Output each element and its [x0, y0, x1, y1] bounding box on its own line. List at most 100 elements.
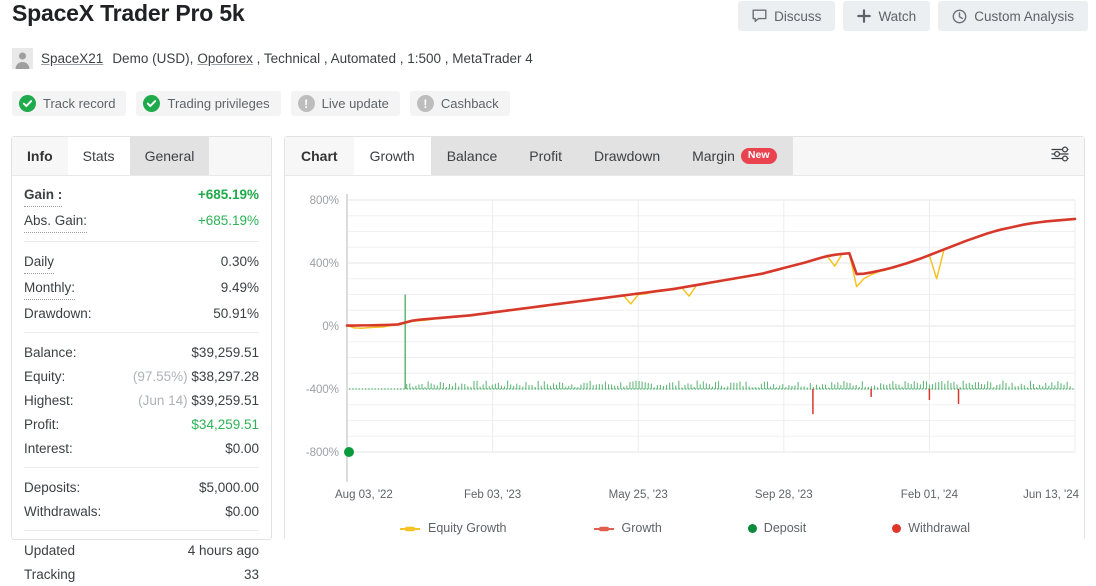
badge-track-record[interactable]: Track record — [12, 91, 126, 116]
stat-label: Profit: — [24, 414, 59, 435]
stat-value: (Jun 14) $39,259.51 — [138, 390, 259, 411]
watch-button[interactable]: Watch — [843, 1, 930, 31]
divider — [24, 467, 259, 468]
discuss-button[interactable]: Discuss — [738, 1, 835, 31]
stat-value: 33 — [244, 564, 259, 585]
badge-live-update[interactable]: ! Live update — [291, 91, 400, 116]
page-title: SpaceX Trader Pro 5k — [12, 0, 245, 27]
tab-balance[interactable]: Balance — [431, 137, 514, 175]
divider — [24, 530, 259, 531]
stat-label[interactable]: Gain : — [24, 184, 62, 207]
exclamation-circle-icon: ! — [417, 95, 434, 112]
stat-label: Updated — [24, 540, 75, 561]
legend-growth[interactable]: Growth — [593, 521, 662, 535]
user-avatar-icon — [12, 48, 33, 69]
chart-tabs: Chart Growth Balance Profit Drawdown Mar… — [285, 137, 1084, 176]
tab-margin-label: Margin — [692, 148, 735, 164]
chart-card: Chart Growth Balance Profit Drawdown Mar… — [284, 136, 1085, 540]
stat-row-highest: Highest: (Jun 14) $39,259.51 — [24, 388, 259, 412]
legend-deposit[interactable]: Deposit — [748, 521, 806, 535]
badge-label: Cashback — [441, 96, 499, 111]
profile-page: SpaceX Trader Pro 5k Discuss Watch — [0, 0, 1096, 546]
stat-row-deposits: Deposits: $5,000.00 — [24, 475, 259, 499]
legend-withdrawal[interactable]: Withdrawal — [892, 521, 970, 535]
stat-label: Deposits: — [24, 477, 80, 498]
badge-trading-privileges[interactable]: Trading privileges — [136, 91, 280, 116]
stat-value-prefix: (97.55%) — [133, 369, 188, 384]
svg-text:Feb 03, '23: Feb 03, '23 — [464, 489, 521, 501]
stat-value: +685.19% — [198, 210, 259, 231]
stat-row-drawdown: Drawdown: 50.91% — [24, 301, 259, 325]
legend-equity-growth[interactable]: Equity Growth — [399, 521, 507, 535]
svg-text:400%: 400% — [310, 258, 339, 270]
stat-value: +685.19% — [198, 184, 259, 205]
divider — [24, 241, 259, 242]
tab-margin[interactable]: Margin New — [676, 137, 792, 175]
stat-label: Tracking — [24, 564, 75, 585]
stat-value: $0.00 — [225, 501, 259, 522]
check-circle-icon — [143, 95, 160, 112]
stats-card: Info Stats General Gain : +685.19% Abs. … — [11, 136, 272, 540]
stat-value-main: $38,297.28 — [191, 369, 259, 384]
tab-growth[interactable]: Growth — [354, 137, 431, 175]
tab-chart[interactable]: Chart — [285, 137, 354, 175]
stat-value: 0.30% — [221, 251, 259, 272]
badge-label: Track record — [43, 96, 115, 111]
tab-info[interactable]: Info — [12, 137, 68, 175]
legend-label: Withdrawal — [908, 521, 970, 535]
broker-link[interactable]: Opoforex — [197, 51, 253, 66]
stat-row-equity: Equity: (97.55%) $38,297.28 — [24, 364, 259, 388]
tab-stats[interactable]: Stats — [68, 137, 130, 175]
deposit-dot-swatch — [748, 524, 757, 533]
legend-label: Deposit — [764, 521, 806, 535]
svg-text:Jun 13, '24: Jun 13, '24 — [1023, 489, 1080, 501]
page-header: SpaceX Trader Pro 5k Discuss Watch — [0, 0, 1096, 36]
stats-list: Gain : +685.19% Abs. Gain: +685.19% Dail… — [12, 176, 271, 586]
svg-text:800%: 800% — [310, 195, 339, 207]
stat-label[interactable]: Daily — [24, 251, 54, 274]
chart-canvas[interactable]: 800%400%0%-400%-800%Aug 03, '22Feb 03, '… — [285, 176, 1084, 521]
watch-label: Watch — [878, 9, 916, 24]
stat-row-abs-gain: Abs. Gain: +685.19% — [24, 208, 259, 234]
stat-row-withdrawals: Withdrawals: $0.00 — [24, 499, 259, 523]
plus-icon — [857, 9, 871, 23]
stat-row-balance: Balance: $39,259.51 — [24, 340, 259, 364]
stat-label: Highest: — [24, 390, 74, 411]
stat-row-tracking: Tracking 33 — [24, 562, 259, 586]
stat-row-profit: Profit: $34,259.51 — [24, 412, 259, 436]
custom-analysis-button[interactable]: Custom Analysis — [938, 1, 1088, 31]
tab-general[interactable]: General — [130, 137, 210, 175]
stat-row-updated: Updated 4 hours ago — [24, 538, 259, 562]
stat-value: 4 hours ago — [188, 540, 259, 561]
comment-icon — [752, 9, 767, 23]
tab-drawdown[interactable]: Drawdown — [578, 137, 676, 175]
stat-label[interactable]: Monthly: — [24, 277, 75, 300]
stat-label: Withdrawals: — [24, 501, 101, 522]
new-badge: New — [741, 148, 777, 164]
badge-label: Trading privileges — [167, 96, 269, 111]
header-actions: Discuss Watch Custom Analysis — [738, 1, 1088, 31]
legend-label: Growth — [622, 521, 662, 535]
chart-legend: Equity Growth Growth Deposit Withdrawal — [285, 521, 1084, 535]
divider — [24, 332, 259, 333]
account-summary-line: SpaceX21 Demo (USD), Opoforex , Technica… — [12, 48, 533, 69]
account-type: Demo (USD), — [112, 51, 193, 66]
tab-profit[interactable]: Profit — [513, 137, 578, 175]
custom-analysis-label: Custom Analysis — [974, 9, 1074, 24]
svg-text:Aug 03, '22: Aug 03, '22 — [335, 489, 393, 501]
badge-label: Live update — [322, 96, 389, 111]
clock-icon — [952, 9, 967, 24]
verification-badges: Track record Trading privileges ! Live u… — [12, 91, 510, 116]
growth-line-swatch — [593, 523, 615, 533]
stat-label: Drawdown: — [24, 303, 92, 324]
stat-value: $0.00 — [225, 438, 259, 459]
chart-settings-button[interactable] — [1038, 137, 1084, 175]
svg-text:Feb 01, '24: Feb 01, '24 — [901, 489, 959, 501]
discuss-label: Discuss — [774, 9, 821, 24]
stat-label[interactable]: Abs. Gain: — [24, 210, 87, 233]
svg-text:0%: 0% — [322, 321, 339, 333]
stat-row-monthly: Monthly: 9.49% — [24, 275, 259, 301]
badge-cashback[interactable]: ! Cashback — [410, 91, 510, 116]
username-link[interactable]: SpaceX21 — [41, 51, 103, 66]
stat-label: Equity: — [24, 366, 65, 387]
